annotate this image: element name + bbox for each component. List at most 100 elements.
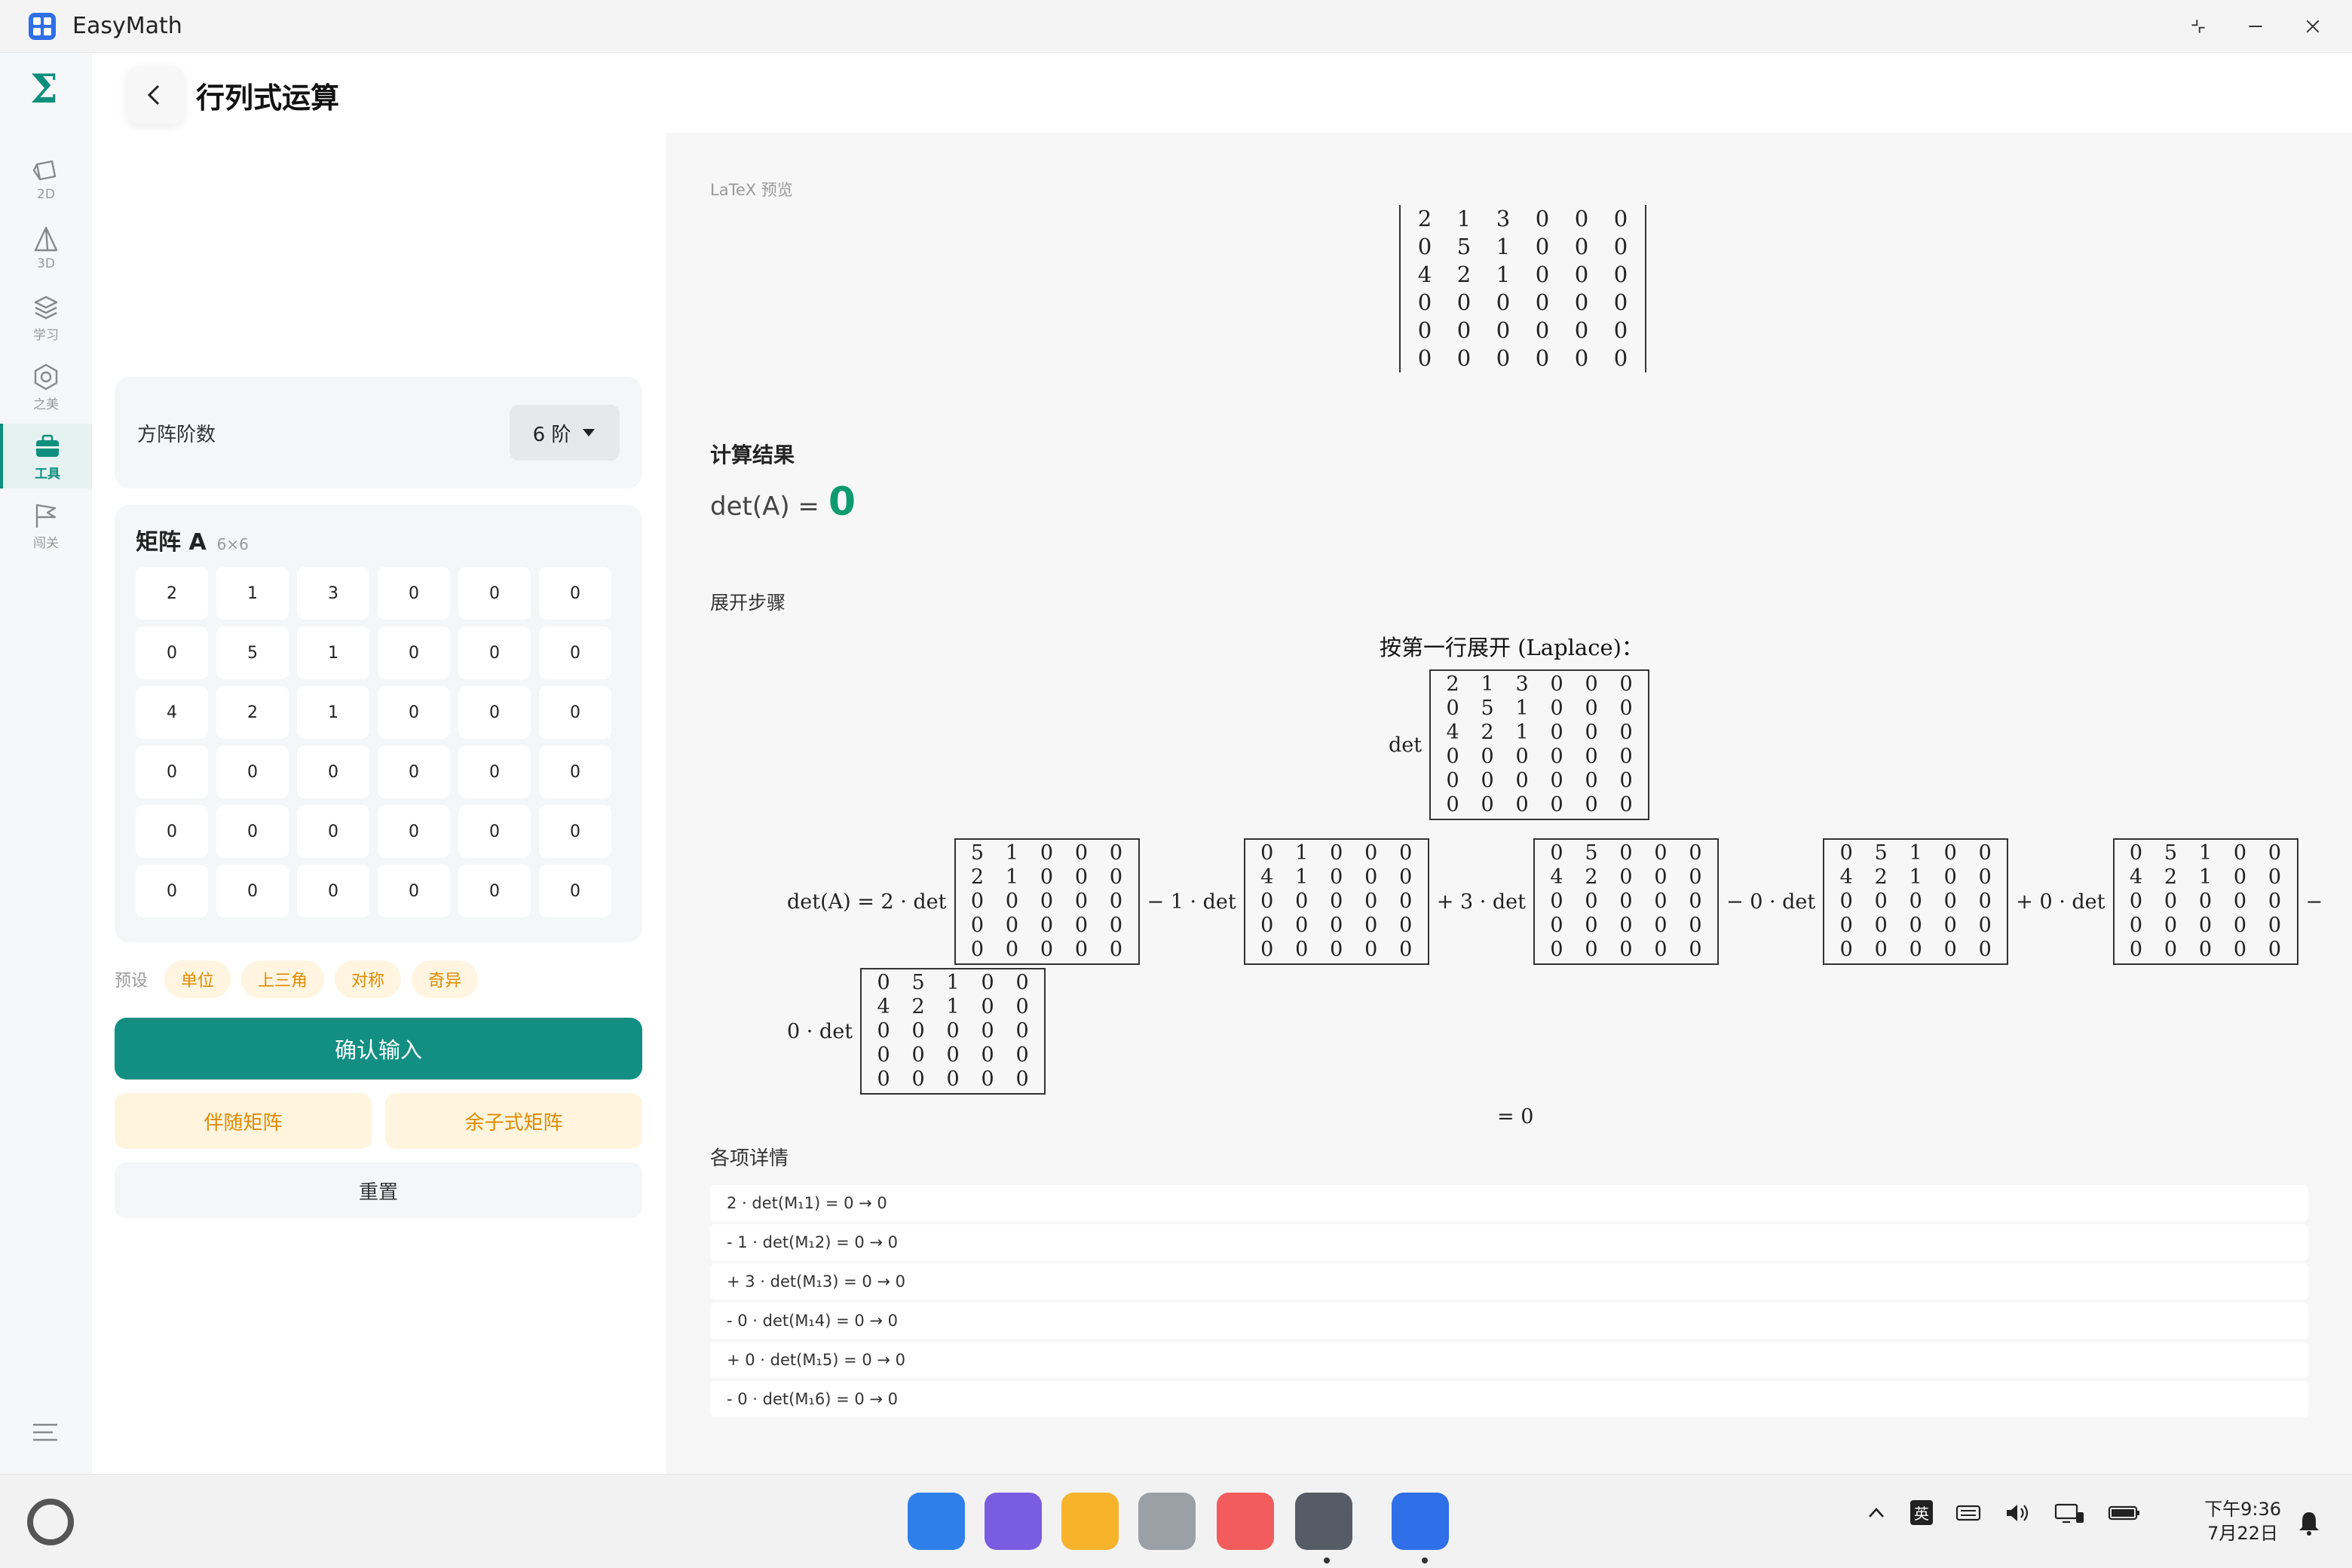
sidebar-item-2d[interactable]: 2D xyxy=(0,146,92,211)
matrix-cell-input[interactable]: 0 xyxy=(136,865,208,917)
preset-identity-chip[interactable]: 单位 xyxy=(164,960,231,998)
matrix-entry: 0 xyxy=(1456,317,1472,343)
volume-icon[interactable] xyxy=(2004,1502,2031,1524)
matrix-input-grid: 213000051000421000000000000000000000 xyxy=(136,567,621,917)
matrix-cell-input[interactable]: 0 xyxy=(136,626,208,679)
matrix-cell-input[interactable]: 1 xyxy=(216,567,289,620)
matrix-entry: 2 xyxy=(970,865,985,889)
matrix-cell-input[interactable]: 0 xyxy=(539,805,611,858)
matrix-entry: 0 xyxy=(1909,890,1922,913)
matrix-cell-input[interactable]: 0 xyxy=(539,567,611,620)
matrix-cell-input[interactable]: 0 xyxy=(378,746,450,798)
preset-singular-chip[interactable]: 奇异 xyxy=(412,960,479,998)
matrix-cell-input[interactable]: 0 xyxy=(458,746,531,798)
adjugate-matrix-button[interactable]: 伴随矩阵 xyxy=(115,1093,372,1149)
matrix-entry: 0 xyxy=(1399,865,1413,889)
detail-row: + 3 · det(M₁3) = 0 → 0 xyxy=(710,1263,2308,1300)
matrix-cell-input[interactable]: 0 xyxy=(539,865,611,917)
app-purple-icon[interactable] xyxy=(985,1493,1042,1550)
matrix-cell-input[interactable]: 0 xyxy=(136,805,208,858)
matrix-cell-input[interactable]: 0 xyxy=(458,686,531,739)
matrix-cell-input[interactable]: 0 xyxy=(297,865,369,917)
menu-collapse-icon[interactable] xyxy=(30,1417,60,1450)
sidebar-item-challenge[interactable]: 闯关 xyxy=(0,493,92,558)
minimize-icon[interactable] xyxy=(2246,17,2265,35)
sidebar-item-beauty[interactable]: 之美 xyxy=(0,354,92,419)
display-icon[interactable] xyxy=(2053,1502,2085,1524)
matrix-cell-input[interactable]: 0 xyxy=(216,865,289,917)
matrix-cell-input[interactable]: 0 xyxy=(539,626,611,679)
close-icon[interactable] xyxy=(2304,17,2322,35)
matrix-cell-input[interactable]: 0 xyxy=(378,626,450,679)
matrix-cell-input[interactable]: 0 xyxy=(378,805,450,858)
matrix-cell-input[interactable]: 4 xyxy=(136,686,208,739)
matrix-entry: 0 xyxy=(970,938,985,961)
matrix-cell-input[interactable]: 0 xyxy=(458,626,531,679)
matrix-entry: 0 xyxy=(1074,890,1089,913)
reset-button[interactable]: 重置 xyxy=(115,1162,642,1218)
photos-app-icon[interactable] xyxy=(1217,1493,1274,1550)
trash-app-icon[interactable] xyxy=(1138,1493,1196,1550)
sidebar-item-tools[interactable]: 工具 xyxy=(0,424,92,488)
settings-app-icon[interactable] xyxy=(1295,1493,1352,1550)
cofactor-matrix-button[interactable]: 余子式矩阵 xyxy=(385,1093,642,1149)
matrix-entry: 0 xyxy=(1689,841,1702,865)
back-button[interactable] xyxy=(127,66,184,124)
keyboard-icon[interactable] xyxy=(1955,1502,1981,1524)
matrix-entry: 0 xyxy=(1689,890,1702,913)
matrix-cell-input[interactable]: 0 xyxy=(216,805,289,858)
matrix-entry: 0 xyxy=(911,1067,925,1091)
matrix-cell-input[interactable]: 0 xyxy=(458,805,531,858)
matrix-cell-input[interactable]: 0 xyxy=(539,746,611,798)
matrix-cell-input[interactable]: 0 xyxy=(216,746,289,798)
matrix-cell-input[interactable]: 2 xyxy=(136,567,208,620)
matrix-cell-input[interactable]: 0 xyxy=(458,865,531,917)
minor-matrix: 0510042100000000000000000 xyxy=(1823,838,2009,965)
matrix-cell-input[interactable]: 0 xyxy=(297,805,369,858)
matrix-entry: 0 xyxy=(2198,890,2213,913)
matrix-entry: 0 xyxy=(1909,938,1922,961)
chevron-up-icon[interactable] xyxy=(1865,1502,1888,1524)
matrix-entry: 0 xyxy=(1399,890,1413,913)
restore-icon[interactable] xyxy=(2189,17,2207,35)
matrix-cell-input[interactable]: 0 xyxy=(539,686,611,739)
matrix-entry: 0 xyxy=(1005,938,1019,961)
matrix-entry: 4 xyxy=(1839,865,1853,889)
matrix-cell-input[interactable]: 0 xyxy=(378,686,450,739)
battery-icon[interactable] xyxy=(2108,1502,2141,1524)
matrix-cell-input[interactable]: 0 xyxy=(297,746,369,798)
matrix-cell-input[interactable]: 1 xyxy=(297,626,369,679)
clock[interactable]: 下午9:36 7月22日 xyxy=(2204,1497,2281,1545)
ime-indicator[interactable]: 英 xyxy=(1910,1500,1933,1525)
matrix-entry: 0 xyxy=(1005,890,1019,913)
preset-upper-triangular-chip[interactable]: 上三角 xyxy=(241,960,325,998)
matrix-entry: 5 xyxy=(2164,841,2178,865)
minor-matrix: 0510042100000000000000000 xyxy=(2112,838,2298,965)
sidebar-item-study[interactable]: 学习 xyxy=(0,285,92,350)
matrix-entry: 0 xyxy=(1585,793,1598,816)
order-dropdown[interactable]: 6 阶 xyxy=(510,405,620,461)
matrix-entry: 0 xyxy=(1874,938,1888,961)
matrix-entry: 0 xyxy=(1613,345,1628,371)
sidebar-item-3d[interactable]: 3D xyxy=(0,216,92,280)
matrix-cell-input[interactable]: 0 xyxy=(136,746,208,798)
preset-symmetric-chip[interactable]: 对称 xyxy=(335,960,402,998)
notification-bell-icon[interactable] xyxy=(2296,1509,2322,1536)
matrix-cell-input[interactable]: 1 xyxy=(297,686,369,739)
easymath-app-icon[interactable] xyxy=(1392,1493,1449,1550)
app-grid-blue-icon[interactable] xyxy=(908,1493,965,1550)
matrix-entry: 0 xyxy=(1330,914,1343,937)
matrix-cell-input[interactable]: 0 xyxy=(458,567,531,620)
matrix-entry: 0 xyxy=(1619,697,1633,720)
start-button[interactable] xyxy=(27,1499,74,1545)
matrix-entry: 0 xyxy=(2268,865,2282,889)
matrix-entry: 0 xyxy=(1417,317,1432,343)
order-card: 方阵阶数 6 阶 xyxy=(115,377,642,488)
confirm-input-button[interactable]: 确认输入 xyxy=(115,1018,642,1080)
matrix-cell-input[interactable]: 0 xyxy=(378,567,450,620)
matrix-cell-input[interactable]: 2 xyxy=(216,686,289,739)
matrix-cell-input[interactable]: 0 xyxy=(378,865,450,917)
files-app-icon[interactable] xyxy=(1061,1493,1119,1550)
matrix-cell-input[interactable]: 5 xyxy=(216,626,289,679)
matrix-cell-input[interactable]: 3 xyxy=(297,567,369,620)
